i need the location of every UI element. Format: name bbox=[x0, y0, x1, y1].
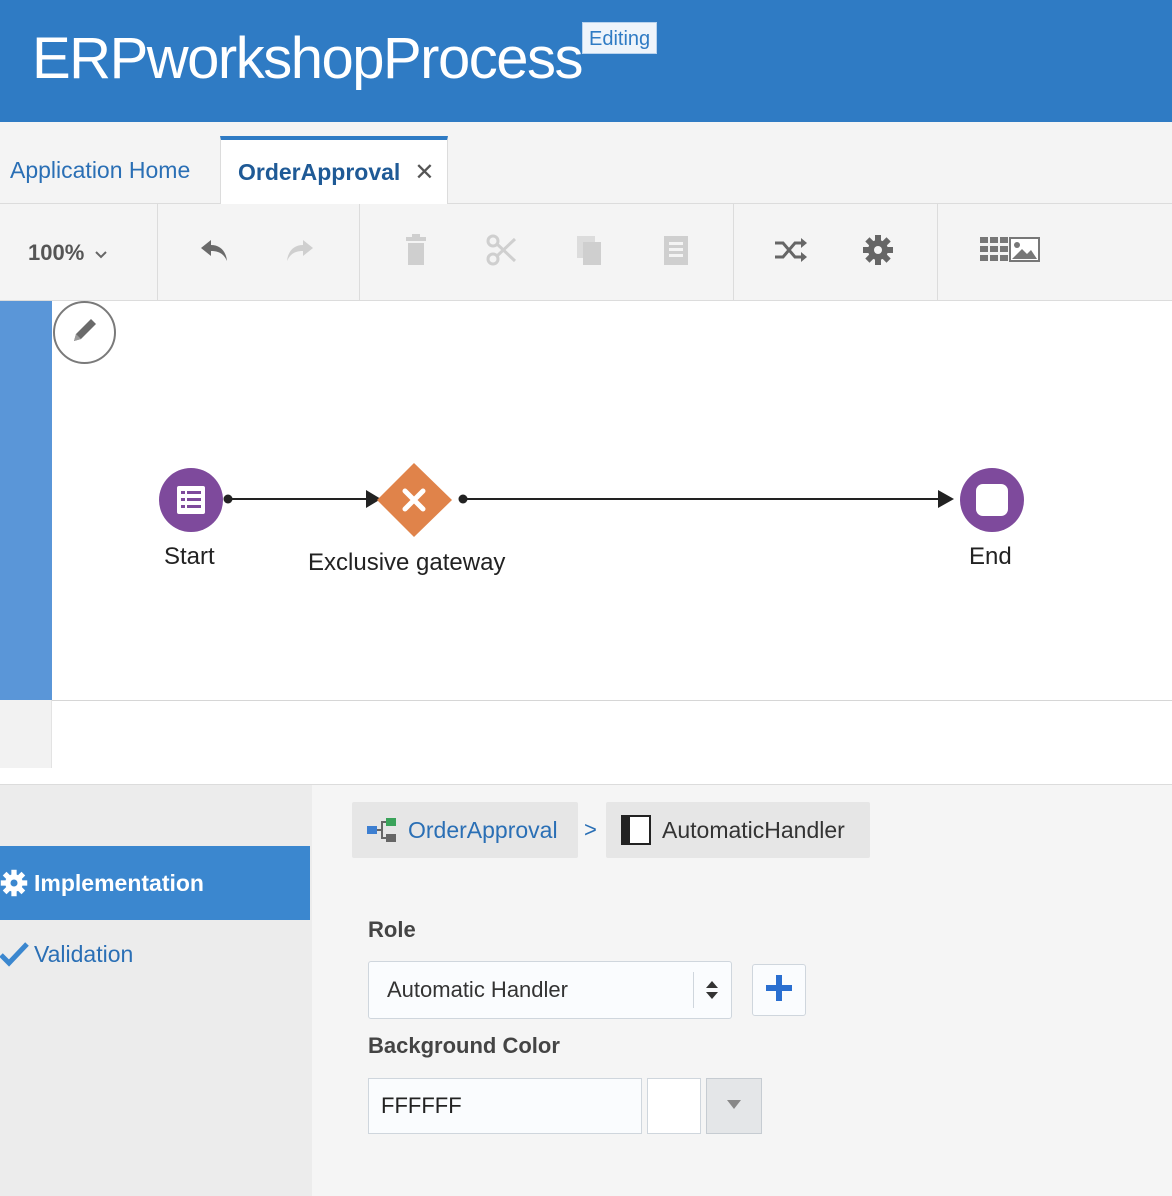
role-select[interactable]: Automatic Handler bbox=[368, 961, 732, 1019]
properties-nav: Implementation Validation bbox=[0, 785, 312, 1196]
nav-label: Implementation bbox=[34, 869, 204, 896]
gear-icon bbox=[0, 868, 34, 898]
panel-divider bbox=[0, 768, 1172, 785]
status-badge: Editing bbox=[582, 22, 658, 54]
flow-source-dot bbox=[223, 494, 233, 504]
toolbar-divider bbox=[937, 204, 938, 301]
grid-image-icon bbox=[979, 235, 1041, 270]
breadcrumb-label: AutomaticHandler bbox=[662, 816, 845, 843]
lane-divider bbox=[52, 700, 1172, 701]
flow-diagram bbox=[159, 463, 1024, 537]
gear-icon bbox=[861, 233, 895, 272]
breadcrumb-swimlane[interactable]: AutomaticHandler bbox=[606, 802, 870, 858]
tab-application-home[interactable]: Application Home bbox=[0, 136, 220, 204]
role-label: Role bbox=[368, 917, 416, 942]
exclusive-gateway[interactable] bbox=[377, 463, 452, 537]
shuffle-icon bbox=[773, 235, 809, 270]
copy-button[interactable] bbox=[570, 230, 610, 274]
app-root: ERPworkshopProcess Editing Application H… bbox=[0, 0, 1172, 1196]
check-icon bbox=[0, 941, 34, 967]
triangle-down-icon bbox=[725, 1097, 743, 1115]
tab-order-approval[interactable]: OrderApproval ✕ bbox=[220, 136, 448, 205]
process-canvas[interactable]: Start Exclusive gateway End bbox=[0, 301, 1172, 768]
settings-button[interactable] bbox=[858, 230, 898, 274]
toolbar-divider bbox=[733, 204, 734, 301]
undo-icon bbox=[197, 233, 231, 272]
delete-button[interactable] bbox=[396, 230, 436, 274]
toolbar: 100% bbox=[0, 204, 1172, 301]
flow-arrowhead bbox=[938, 490, 954, 508]
redo-button[interactable] bbox=[280, 230, 320, 274]
start-label: Start bbox=[164, 543, 215, 570]
end-label: End bbox=[969, 543, 1012, 570]
updown-arrows-icon bbox=[693, 972, 729, 1008]
nav-validation[interactable]: Validation bbox=[0, 930, 133, 978]
breadcrumb-separator: > bbox=[584, 817, 597, 842]
paste-button[interactable] bbox=[656, 230, 696, 274]
end-event[interactable] bbox=[960, 468, 1024, 532]
zoom-select[interactable]: 100% bbox=[28, 240, 108, 266]
app-header: ERPworkshopProcess Editing bbox=[0, 0, 1172, 122]
color-picker-button[interactable] bbox=[706, 1078, 762, 1134]
undo-button[interactable] bbox=[194, 230, 234, 274]
cut-icon bbox=[485, 233, 519, 272]
role-value: Automatic Handler bbox=[387, 977, 568, 1002]
start-event[interactable] bbox=[159, 468, 223, 532]
toolbar-divider bbox=[359, 204, 360, 301]
plus-icon bbox=[764, 973, 794, 1008]
close-icon[interactable]: ✕ bbox=[414, 158, 434, 187]
breadcrumb-process[interactable]: OrderApproval bbox=[352, 802, 578, 858]
cut-button[interactable] bbox=[482, 230, 522, 274]
tab-label: OrderApproval bbox=[238, 159, 401, 185]
nav-implementation[interactable]: Implementation bbox=[0, 846, 310, 920]
grid-image-button[interactable] bbox=[978, 230, 1042, 274]
paste-icon bbox=[659, 233, 693, 272]
zoom-value: 100% bbox=[28, 240, 85, 265]
delete-icon bbox=[401, 233, 431, 272]
copy-icon bbox=[573, 233, 607, 272]
nav-label: Validation bbox=[34, 940, 134, 967]
chevron-down-icon bbox=[94, 240, 108, 266]
redo-icon bbox=[283, 233, 317, 272]
color-swatch[interactable] bbox=[647, 1078, 701, 1134]
toolbar-divider bbox=[157, 204, 158, 301]
shuffle-button[interactable] bbox=[771, 230, 811, 274]
process-icon bbox=[366, 816, 398, 844]
tab-bar: Application Home OrderApproval ✕ bbox=[0, 122, 1172, 205]
app-title: ERPworkshopProcess bbox=[32, 26, 584, 91]
add-role-button[interactable] bbox=[752, 964, 806, 1016]
bg-color-label: Background Color bbox=[368, 1033, 560, 1058]
swimlane-icon bbox=[620, 814, 652, 846]
gateway-label: Exclusive gateway bbox=[308, 549, 506, 576]
properties-panel: OrderApproval > AutomaticHandler Role Au… bbox=[312, 785, 1172, 1196]
swimlane-empty bbox=[0, 700, 52, 768]
bg-color-input[interactable]: FFFFFF bbox=[368, 1078, 642, 1134]
flow-source-dot bbox=[458, 494, 468, 504]
breadcrumb-label: OrderApproval bbox=[408, 816, 558, 843]
tab-label: Application Home bbox=[10, 156, 191, 183]
